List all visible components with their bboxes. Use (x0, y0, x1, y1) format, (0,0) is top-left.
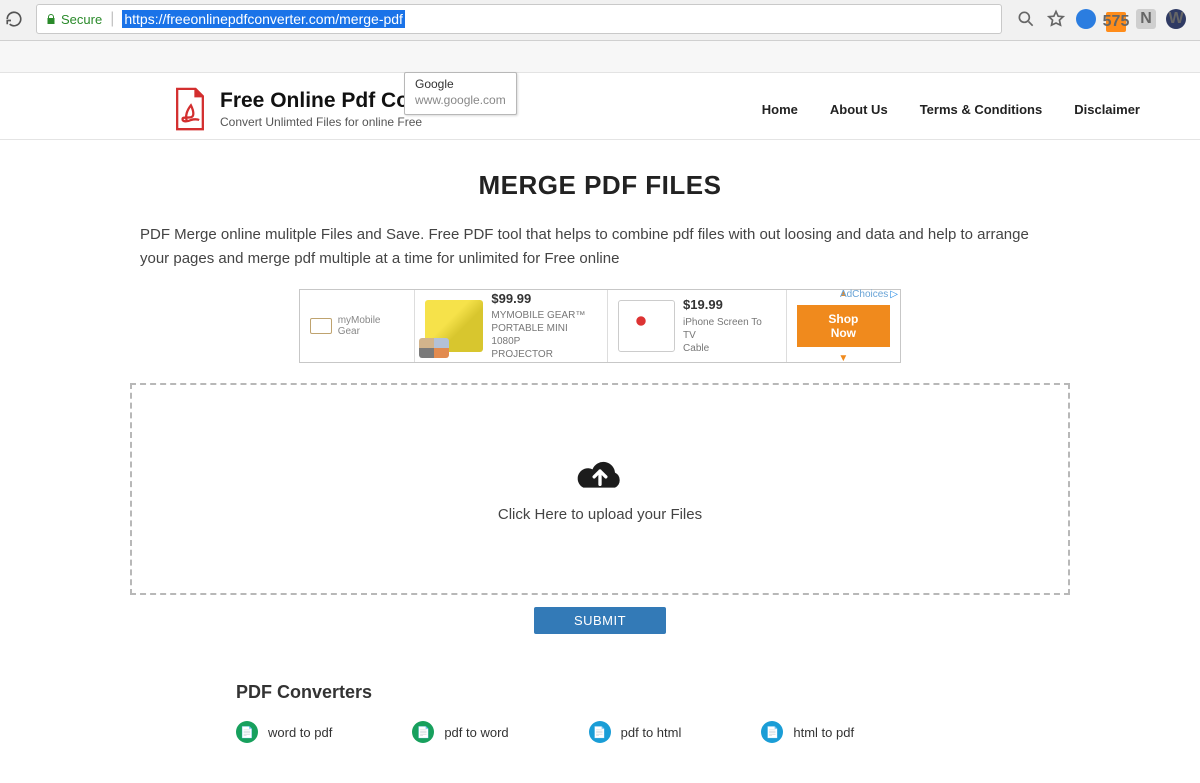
bookmark-shelf (0, 41, 1200, 73)
shop-now-button[interactable]: Shop Now (797, 305, 890, 347)
browser-actions: 575 N W (1010, 9, 1192, 29)
nav-about[interactable]: About Us (830, 102, 888, 117)
reload-icon (5, 10, 23, 28)
browser-toolbar: Secure | https://freeonlinepdfconverter.… (0, 0, 1200, 41)
converter-label: html to pdf (793, 725, 854, 740)
url-text[interactable]: https://freeonlinepdfconverter.com/merge… (122, 10, 405, 28)
converter-item[interactable]: 📄 pdf to html (589, 721, 682, 743)
adchoices-label[interactable]: AdChoices▷ (840, 289, 898, 300)
extension-n-icon[interactable]: N (1136, 9, 1156, 29)
file-type-icon: 📄 (761, 721, 783, 743)
ad-product-image (618, 300, 675, 352)
main-content: MERGE PDF FILES PDF Merge online mulitpl… (100, 140, 1100, 783)
ad-price: $19.99 (683, 297, 776, 314)
ad-price: $99.99 (491, 291, 596, 308)
pdf-logo-icon (170, 87, 210, 131)
extension-w-icon[interactable]: W (1166, 9, 1186, 29)
lock-icon (45, 13, 57, 25)
extension-badge: 575 (1106, 12, 1126, 32)
address-bar[interactable]: Secure | https://freeonlinepdfconverter.… (36, 4, 1002, 34)
bookmark-star-icon[interactable] (1046, 9, 1066, 29)
submit-button[interactable]: SUBMIT (534, 607, 666, 634)
converters-section: PDF Converters 📄word to pdf📄pdf to word📄… (140, 682, 1060, 743)
tooltip-url: www.google.com (415, 93, 506, 109)
site-title: Free Online Pdf Co (220, 89, 422, 113)
upload-dropzone[interactable]: Click Here to upload your Files (130, 383, 1070, 595)
file-type-icon: 📄 (236, 721, 258, 743)
ad-product-1[interactable]: $99.99 MYMOBILE GEAR™ PORTABLE MINI 1080… (415, 290, 607, 362)
reload-button[interactable] (0, 5, 28, 33)
site-tagline: Convert Unlimted Files for online Free (220, 115, 422, 129)
converter-label: pdf to word (444, 725, 508, 740)
divider: | (110, 10, 114, 28)
adchoices-icon: ▷ (890, 289, 898, 300)
ad-banner[interactable]: AdChoices▷ myMobile Gear $99.99 MYMOBILE… (299, 289, 901, 363)
nav-home[interactable]: Home (762, 102, 798, 117)
page-title: MERGE PDF FILES (140, 170, 1060, 201)
logo[interactable]: Free Online Pdf Co Convert Unlimted File… (170, 87, 422, 131)
file-type-icon: 📄 (412, 721, 434, 743)
secure-label: Secure (61, 12, 102, 27)
ad-product-thumb (419, 338, 449, 358)
extension-icon[interactable] (1076, 9, 1096, 29)
extension-rss-icon[interactable]: 575 (1106, 9, 1126, 29)
site-header: Free Online Pdf Co Convert Unlimted File… (0, 73, 1200, 140)
nav-disclaimer[interactable]: Disclaimer (1074, 102, 1140, 117)
monitor-icon (310, 318, 332, 334)
arrow-down-icon[interactable]: ▼ (838, 353, 848, 364)
converter-item[interactable]: 📄 word to pdf (236, 721, 332, 743)
nav-terms[interactable]: Terms & Conditions (920, 102, 1043, 117)
ad-brand: myMobile Gear (300, 290, 415, 362)
primary-nav: Home About Us Terms & Conditions Disclai… (762, 102, 1140, 117)
secure-indicator: Secure (45, 12, 102, 27)
zoom-icon[interactable] (1016, 9, 1036, 29)
converters-title: PDF Converters (236, 682, 1020, 703)
ad-cta: ▲ Shop Now ▼ (787, 290, 900, 362)
ad-product-2[interactable]: $19.99 iPhone Screen To TV Cable (608, 290, 787, 362)
converter-label: pdf to html (621, 725, 682, 740)
cloud-upload-icon (573, 456, 627, 496)
tooltip-title: Google (415, 77, 506, 93)
converter-item[interactable]: 📄 pdf to word (412, 721, 508, 743)
hover-tooltip: Google www.google.com (404, 72, 517, 115)
file-type-icon: 📄 (589, 721, 611, 743)
page-description: PDF Merge online mulitple Files and Save… (140, 223, 1060, 271)
upload-label: Click Here to upload your Files (498, 506, 702, 523)
converter-item[interactable]: 📄 html to pdf (761, 721, 854, 743)
converter-label: word to pdf (268, 725, 332, 740)
